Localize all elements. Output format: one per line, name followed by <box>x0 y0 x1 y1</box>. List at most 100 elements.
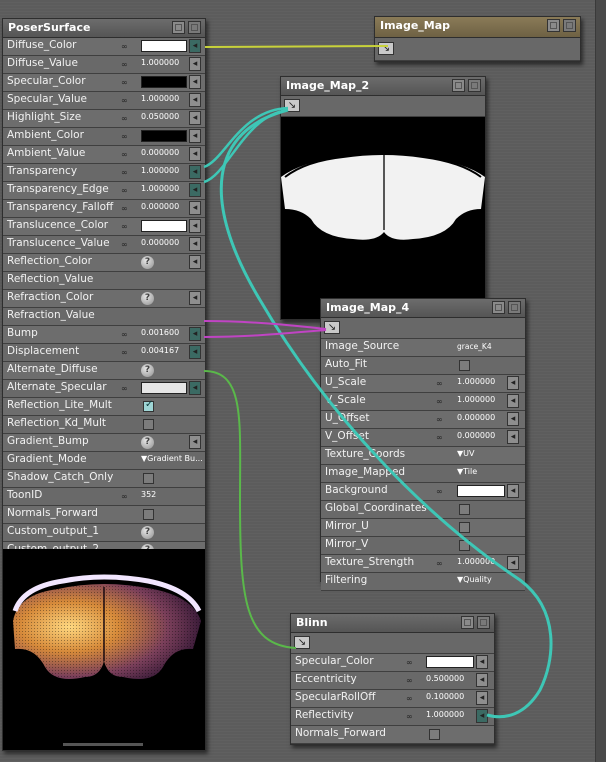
param-value[interactable]: 1.000000 <box>457 557 495 566</box>
link-icon[interactable]: ∞ <box>121 42 138 51</box>
output-port-icon[interactable]: ↘ <box>324 321 340 334</box>
input-port-icon[interactable]: ◂ <box>189 111 201 125</box>
param-row-displacement[interactable]: Displacement ∞ 0.004167 ◂ <box>3 344 205 362</box>
param-row-translucence-color[interactable]: Translucence_Color ∞ ◂ <box>3 218 205 236</box>
checkbox[interactable] <box>459 360 470 371</box>
param-row-refraction-value[interactable]: Refraction_Value <box>3 308 205 326</box>
param-row-shadow-catch-only[interactable]: Shadow_Catch_Only <box>3 470 205 488</box>
input-port-icon[interactable]: ◂ <box>189 183 201 197</box>
param-value[interactable]: 0.000000 <box>141 238 179 247</box>
link-icon[interactable]: ∞ <box>121 240 138 249</box>
node-header[interactable]: PoserSurface <box>3 19 205 38</box>
input-port-icon[interactable]: ◂ <box>189 237 201 251</box>
param-value[interactable]: 0.000000 <box>141 202 179 211</box>
param-row-image-source[interactable]: Image_Source grace_K4 <box>321 339 525 357</box>
param-row-specular-color[interactable]: Specular_Color ∞ ◂ <box>291 654 494 672</box>
image-map-node[interactable]: Image_Map ↘ <box>374 16 581 62</box>
node-options-icon[interactable] <box>172 21 185 34</box>
param-value[interactable]: 0.100000 <box>426 692 464 701</box>
color-swatch[interactable] <box>141 130 187 142</box>
image-source-value[interactable]: grace_K4 <box>457 342 492 351</box>
param-row-image-mapped[interactable]: Image_Mapped ▼Tile <box>321 465 525 483</box>
param-row-ambient-color[interactable]: Ambient_Color ∞ ◂ <box>3 128 205 146</box>
node-options-icon[interactable] <box>547 19 560 32</box>
param-value[interactable]: 0.000000 <box>457 413 495 422</box>
checkbox[interactable] <box>459 504 470 515</box>
param-row-gradient-bump[interactable]: Gradient_Bump? ◂ <box>3 434 205 452</box>
input-port-icon[interactable]: ◂ <box>189 201 201 215</box>
poser-surface-node[interactable]: PoserSurface Diffuse_Color ∞ ◂ Diffuse_Valu… <box>2 18 206 751</box>
param-row-auto-fit[interactable]: Auto_Fit <box>321 357 525 375</box>
param-row-highlight-size[interactable]: Highlight_Size ∞ 0.050000 ◂ <box>3 110 205 128</box>
help-icon[interactable]: ? <box>141 364 154 377</box>
node-collapse-icon[interactable] <box>188 21 201 34</box>
param-value[interactable]: 1.000000 <box>426 710 464 719</box>
link-icon[interactable]: ∞ <box>121 186 138 195</box>
input-port-icon[interactable]: ◂ <box>476 691 488 705</box>
input-port-icon[interactable]: ◂ <box>507 412 519 426</box>
param-row-u-offset[interactable]: U_Offset ∞ 0.000000 ◂ <box>321 411 525 429</box>
input-port-icon[interactable]: ◂ <box>189 165 201 179</box>
link-icon[interactable]: ∞ <box>121 204 138 213</box>
param-row-v-scale[interactable]: V_Scale ∞ 1.000000 ◂ <box>321 393 525 411</box>
link-icon[interactable]: ∞ <box>436 433 453 442</box>
param-value[interactable]: 1.000000 <box>141 58 179 67</box>
canvas-scrollbar[interactable] <box>595 0 606 762</box>
image-map-4-node[interactable]: Image_Map_4 ↘ Image_Source grace_K4 Auto_F… <box>320 298 526 591</box>
node-collapse-icon[interactable] <box>508 301 521 314</box>
param-value[interactable]: 1.000000 <box>141 184 179 193</box>
input-port-icon[interactable]: ◂ <box>476 655 488 669</box>
input-port-icon[interactable]: ◂ <box>189 219 201 233</box>
link-icon[interactable]: ∞ <box>406 676 423 685</box>
link-icon[interactable]: ∞ <box>121 78 138 87</box>
input-port-icon[interactable]: ◂ <box>189 57 201 71</box>
node-options-icon[interactable] <box>452 79 465 92</box>
node-header[interactable]: Image_Map <box>375 17 580 38</box>
link-icon[interactable]: ∞ <box>121 384 138 393</box>
input-port-icon[interactable]: ◂ <box>189 255 201 269</box>
param-row-texture-strength[interactable]: Texture_Strength ∞ 1.000000 ◂ <box>321 555 525 573</box>
link-icon[interactable]: ∞ <box>436 379 453 388</box>
param-value[interactable]: 352 <box>141 490 156 499</box>
param-value[interactable]: 0.004167 <box>141 346 179 355</box>
param-value[interactable]: 0.500000 <box>426 674 464 683</box>
node-header[interactable]: Blinn <box>291 614 494 633</box>
input-port-icon[interactable]: ◂ <box>189 435 201 449</box>
input-port-icon[interactable]: ◂ <box>476 673 488 687</box>
color-swatch[interactable] <box>457 485 505 497</box>
color-swatch[interactable] <box>141 40 187 52</box>
link-icon[interactable]: ∞ <box>436 559 453 568</box>
link-icon[interactable]: ∞ <box>121 492 138 501</box>
link-icon[interactable]: ∞ <box>436 415 453 424</box>
param-row-reflectivity[interactable]: Reflectivity ∞ 1.000000 ◂ <box>291 708 494 726</box>
dropdown[interactable]: ▼Quality <box>457 575 492 584</box>
param-value[interactable]: 0.000000 <box>141 148 179 157</box>
output-port-icon[interactable]: ↘ <box>294 636 310 649</box>
link-icon[interactable]: ∞ <box>121 96 138 105</box>
param-row-diffuse-value[interactable]: Diffuse_Value ∞ 1.000000 ◂ <box>3 56 205 74</box>
link-icon[interactable]: ∞ <box>121 114 138 123</box>
link-icon[interactable]: ∞ <box>121 330 138 339</box>
link-icon[interactable]: ∞ <box>406 658 423 667</box>
param-row-reflection-color[interactable]: Reflection_Color? ◂ <box>3 254 205 272</box>
link-icon[interactable]: ∞ <box>121 222 138 231</box>
input-port-icon[interactable]: ◂ <box>189 291 201 305</box>
input-port-icon[interactable]: ◂ <box>507 376 519 390</box>
input-port-icon[interactable]: ◂ <box>189 147 201 161</box>
checkbox[interactable] <box>459 522 470 533</box>
input-port-icon[interactable]: ◂ <box>476 709 488 723</box>
node-options-icon[interactable] <box>492 301 505 314</box>
param-row-specular-value[interactable]: Specular_Value ∞ 1.000000 ◂ <box>3 92 205 110</box>
param-row-eccentricity[interactable]: Eccentricity ∞ 0.500000 ◂ <box>291 672 494 690</box>
param-row-toonid[interactable]: ToonID ∞ 352 <box>3 488 205 506</box>
dropdown[interactable]: ▼UV <box>457 449 474 458</box>
checkbox[interactable] <box>143 509 154 520</box>
param-row-transparency-edge[interactable]: Transparency_Edge ∞ 1.000000 ◂ <box>3 182 205 200</box>
output-port-icon[interactable]: ↘ <box>378 42 394 55</box>
link-icon[interactable]: ∞ <box>121 132 138 141</box>
input-port-icon[interactable]: ◂ <box>189 381 201 395</box>
param-row-custom-output-1[interactable]: Custom_output_1? <box>3 524 205 542</box>
blinn-node[interactable]: Blinn ↘ Specular_Color ∞ ◂ Eccentricity ∞ 0.5… <box>290 613 495 745</box>
param-row-mirror-u[interactable]: Mirror_U <box>321 519 525 537</box>
input-port-icon[interactable]: ◂ <box>189 327 201 341</box>
